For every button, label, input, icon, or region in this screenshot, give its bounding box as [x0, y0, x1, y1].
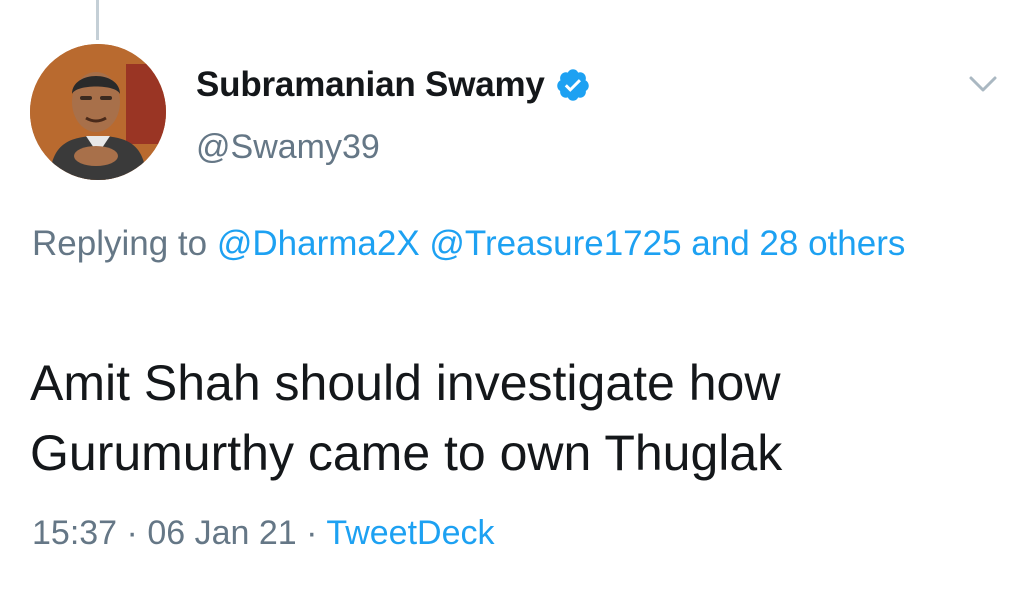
- tweet-text-line-2: Gurumurthy came to own Thuglak: [30, 425, 783, 481]
- mention-link-2[interactable]: @Treasure1725: [429, 224, 681, 263]
- avatar[interactable]: [30, 44, 166, 180]
- tweet-meta: 15:37 · 06 Jan 21 · TweetDeck: [32, 514, 495, 553]
- mention-link-1[interactable]: @Dharma2X: [217, 224, 420, 263]
- meta-separator-2: ·: [306, 514, 318, 552]
- tweet-time[interactable]: 15:37: [32, 514, 117, 552]
- replying-to-line: Replying to @Dharma2X @Treasure1725 and …: [32, 216, 992, 272]
- tweet-text-line-1: Amit Shah should investigate how: [30, 355, 781, 411]
- author-display-name[interactable]: Subramanian Swamy: [196, 65, 545, 105]
- replying-to-prefix: Replying to: [32, 224, 208, 263]
- tweet-text: Amit Shah should investigate how Gurumur…: [30, 348, 1010, 488]
- verified-badge-icon: [556, 69, 589, 101]
- thread-connector-line: [96, 0, 99, 40]
- meta-separator-1: ·: [126, 514, 138, 552]
- author-handle[interactable]: @Swamy39: [196, 128, 380, 167]
- tweet-date[interactable]: 06 Jan 21: [147, 514, 296, 552]
- tweet-source-link[interactable]: TweetDeck: [326, 514, 494, 552]
- author-name-row[interactable]: Subramanian Swamy: [196, 62, 591, 108]
- chevron-down-icon[interactable]: [965, 72, 1001, 96]
- avatar-portrait: [30, 44, 166, 180]
- and-others-link[interactable]: and 28 others: [691, 224, 905, 263]
